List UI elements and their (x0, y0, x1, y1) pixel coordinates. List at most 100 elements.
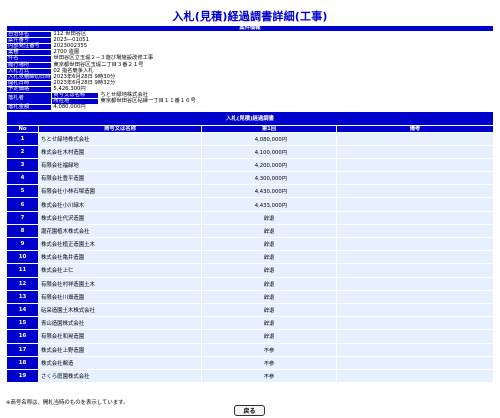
bid-row: 5 有限会社小林石塚造園 4,430,000円 (6, 184, 494, 199)
bid-row: 15 青山造園株式会社 辞退 (6, 316, 494, 331)
bid-no: 5 (6, 184, 39, 199)
bid-no: 9 (6, 236, 39, 252)
bid-status: 辞退 (263, 334, 275, 341)
col-header-no: No (6, 124, 39, 133)
bid-no: 13 (6, 289, 39, 304)
bid-no: 17 (6, 342, 39, 357)
bidder-name: 株式会社上野造園 (38, 342, 202, 357)
bidder-name: 有限会社村祥造園土木 (38, 276, 202, 291)
bid-status: 辞退 (263, 268, 275, 275)
bidder-name: 青山造園株式会社 (38, 316, 202, 331)
bid-note (336, 131, 494, 146)
award-amount-value: 4,080,000円 (53, 104, 86, 111)
bid-note (336, 302, 494, 318)
back-button[interactable]: 戻る (234, 405, 265, 416)
bid-round1-cell: 4,300,000円 (201, 171, 337, 186)
bid-detail-page: 入札(見積)経過調書詳細(工事) 案件情報 自治体名 112 世田谷区 案件番号 20… (0, 0, 500, 418)
bid-no: 2 (6, 144, 39, 159)
bidder-name: 有限会社福緑地 (38, 157, 202, 173)
bid-round1-cell: 4,080,000円 (201, 131, 337, 146)
case-info-table: 案件情報 自治体名 112 世田谷区 案件番号 2023―01051 内部発注番号 202… (5, 24, 494, 112)
bid-amount: 4,433,000円 (254, 202, 287, 209)
bid-round1-cell: 辞退 (201, 223, 337, 239)
bid-status: 不参 (263, 373, 275, 380)
bid-note (336, 276, 494, 291)
bidder-name: 株式会社上仁 (38, 263, 202, 278)
bid-note (336, 263, 494, 278)
bidder-name: 株式会社代沢造園 (38, 210, 202, 225)
bid-no: 1 (6, 131, 39, 146)
bid-no: 7 (6, 210, 39, 225)
bid-note (336, 329, 494, 344)
bid-round1-cell: 辞退 (201, 210, 337, 225)
bid-row: 10 株式会社亀井造園 辞退 (6, 250, 494, 265)
bid-row: 12 有限会社村祥造園土木 辞退 (6, 276, 494, 291)
bid-row: 11 株式会社上仁 辞退 (6, 263, 494, 278)
bidder-name: 株式会社小川緑木 (38, 197, 202, 212)
bidder-name: 株式会社木村造園 (38, 144, 202, 159)
bid-no: 4 (6, 171, 39, 186)
bid-row: 6 株式会社小川緑木 4,433,000円 (6, 197, 494, 212)
bid-no: 14 (6, 302, 39, 318)
bid-row: 16 有限会社和晃造園 辞退 (6, 329, 494, 344)
bid-row: 18 株式会社鵜造 不参 (6, 355, 494, 370)
bid-status: 辞退 (263, 228, 275, 235)
bid-note (336, 368, 494, 384)
bid-note (336, 223, 494, 239)
bid-status: 辞退 (263, 215, 275, 222)
col-header-round1: 第1回 (201, 124, 337, 133)
bidder-name: 株式会社鵜造 (38, 355, 202, 370)
bid-status: 不参 (263, 347, 275, 354)
bid-row: 14 砧采造園土木株式会社 辞退 (6, 302, 494, 318)
bid-no: 11 (6, 263, 39, 278)
bid-round1-cell: 4,200,000円 (201, 157, 337, 173)
bid-note (336, 197, 494, 212)
bid-note (336, 236, 494, 252)
bid-note (336, 171, 494, 186)
bid-amount: 4,100,000円 (254, 149, 287, 156)
bid-no: 15 (6, 316, 39, 331)
bidder-name: 砧采造園土木株式会社 (38, 302, 202, 318)
bid-no: 6 (6, 197, 39, 212)
footnote: ※商号名称は、開札当時のものを表示しています。 (6, 400, 129, 406)
bid-list-header-row: 入札(見積)経過調書 (6, 111, 494, 126)
bid-round1-cell: 辞退 (201, 263, 337, 278)
bid-row: 1 ちとせ緑地株式会社 4,080,000円 (6, 131, 494, 146)
bidder-name: 株式会社亀井造園 (38, 250, 202, 265)
bid-note (336, 289, 494, 304)
bid-no: 10 (6, 250, 39, 265)
bid-round1-cell: 不参 (201, 342, 337, 357)
bid-round1-cell: 不参 (201, 368, 337, 384)
award-amount-label: 落札金額 (5, 104, 53, 112)
bid-no: 12 (6, 276, 39, 291)
bid-no: 16 (6, 329, 39, 344)
bid-status: 辞退 (263, 308, 275, 315)
bid-row: 17 株式会社上野造園 不参 (6, 342, 494, 357)
bid-note (336, 250, 494, 265)
bid-row: 3 有限会社福緑地 4,200,000円 (6, 157, 494, 173)
bid-round1-cell: 辞退 (201, 329, 337, 344)
bid-round1-cell: 不参 (201, 355, 337, 370)
bid-status: 不参 (263, 360, 275, 367)
bid-row: 19 さくら庭園株式会社 不参 (6, 368, 494, 384)
col-header-note: 備考 (336, 124, 494, 133)
bid-status: 辞退 (263, 281, 275, 288)
page-title: 入札(見積)経過調書詳細(工事) (172, 10, 328, 23)
bid-note (336, 342, 494, 357)
bid-list-rows: 1 ちとせ緑地株式会社 4,080,000円 2 株式会社木村造園 4,100,000円 3… (6, 131, 494, 384)
bidder-name: 有限会社川畑造園 (38, 289, 202, 304)
bid-no: 19 (6, 368, 39, 384)
bid-no: 3 (6, 157, 39, 173)
bid-list-column-headers: No 商号又は名称 第1回 備考 (6, 124, 494, 133)
bid-list-table: 入札(見積)経過調書 No 商号又は名称 第1回 備考 1 ちとせ緑地株式会社 4,… (6, 111, 494, 384)
bid-row: 7 株式会社代沢造園 辞退 (6, 210, 494, 225)
bid-no: 8 (6, 223, 39, 239)
bid-amount: 4,200,000円 (254, 162, 287, 169)
bid-round1-cell: 4,100,000円 (201, 144, 337, 159)
bid-note (336, 184, 494, 199)
bid-note (336, 144, 494, 159)
bid-amount: 4,300,000円 (254, 176, 287, 183)
bid-amount: 4,430,000円 (254, 189, 287, 196)
bid-status: 辞退 (263, 294, 275, 301)
bid-status: 辞退 (263, 255, 275, 262)
